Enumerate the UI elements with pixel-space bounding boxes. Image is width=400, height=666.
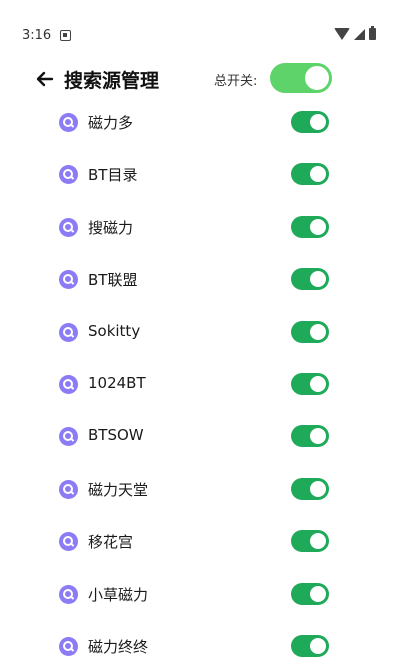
source-label: Sokitty — [88, 321, 141, 340]
signal-icon — [354, 28, 365, 40]
source-label: 磁力终终 — [88, 637, 149, 656]
magnet-search-icon — [59, 217, 78, 237]
master-switch-toggle[interactable] — [270, 63, 332, 93]
source-toggle[interactable] — [291, 634, 329, 657]
source-toggle[interactable] — [291, 111, 329, 133]
source-item: 磁力天堂 — [0, 463, 400, 515]
wifi-icon — [334, 28, 350, 40]
magnet-search-icon — [59, 584, 78, 604]
magnet-search-icon — [59, 322, 78, 342]
magnet-search-icon — [59, 113, 78, 132]
toggle-knob — [310, 533, 326, 550]
source-toggle[interactable] — [291, 268, 329, 291]
source-item: 搜磁力 — [0, 201, 400, 253]
status-bar: 3:16 — [0, 0, 400, 60]
notification-icon — [60, 30, 71, 41]
source-toggle[interactable] — [291, 320, 329, 343]
source-item: BT目录 — [0, 148, 400, 200]
toggle-knob — [310, 323, 326, 340]
toggle-knob — [310, 480, 326, 497]
source-label: 搜磁力 — [88, 218, 134, 237]
page-title: 搜索源管理 — [64, 70, 160, 92]
source-item: BT联盟 — [0, 253, 400, 305]
toggle-knob — [310, 585, 326, 602]
magnet-search-icon — [59, 165, 78, 185]
source-label: 磁力多 — [88, 114, 134, 132]
magnet-search-icon — [59, 427, 78, 447]
status-time: 3:16 — [22, 28, 52, 43]
magnet-search-icon — [59, 270, 78, 290]
toggle-knob — [310, 271, 326, 288]
source-list: 磁力多 BT目录搜磁力 BT联盟 Sokitty 1024BT BTSOW 磁力天堂移花宫小… — [0, 96, 400, 666]
source-toggle[interactable] — [291, 372, 329, 395]
magnet-search-icon — [59, 636, 78, 656]
source-label: 移花宫 — [88, 533, 134, 552]
master-switch-label: 总开关: — [214, 74, 258, 89]
magnet-search-icon — [59, 374, 78, 394]
source-toggle[interactable] — [291, 530, 329, 553]
source-toggle[interactable] — [291, 215, 329, 238]
source-toggle[interactable] — [291, 477, 329, 500]
source-toggle[interactable] — [291, 582, 329, 605]
app-header: 搜索源管理 总开关: — [0, 60, 400, 100]
source-item: 移花宫 — [0, 515, 400, 567]
source-item: 1024BT — [0, 358, 400, 410]
source-label: 小草磁力 — [88, 585, 149, 604]
source-toggle[interactable] — [291, 163, 329, 186]
toggle-knob — [305, 66, 329, 90]
source-item: Sokitty — [0, 306, 400, 358]
source-label: BT目录 — [88, 166, 138, 185]
source-item: 小草磁力 — [0, 568, 400, 620]
toggle-knob — [310, 428, 326, 445]
source-toggle[interactable] — [291, 425, 329, 448]
status-icons — [334, 26, 376, 40]
source-label: 1024BT — [88, 373, 146, 392]
magnet-search-icon — [59, 479, 78, 499]
source-item: BTSOW — [0, 410, 400, 462]
source-label: BTSOW — [88, 426, 144, 445]
source-item: 磁力终终 — [0, 620, 400, 666]
battery-icon — [369, 26, 376, 40]
source-label: 磁力天堂 — [88, 480, 149, 499]
toggle-knob — [310, 375, 326, 392]
magnet-search-icon — [59, 532, 78, 552]
toggle-knob — [310, 637, 326, 654]
back-arrow-icon[interactable] — [32, 66, 58, 92]
toggle-knob — [310, 218, 326, 235]
source-item: 磁力多 — [0, 96, 400, 148]
source-label: BT联盟 — [88, 271, 138, 290]
toggle-knob — [310, 166, 326, 183]
toggle-knob — [310, 114, 326, 130]
